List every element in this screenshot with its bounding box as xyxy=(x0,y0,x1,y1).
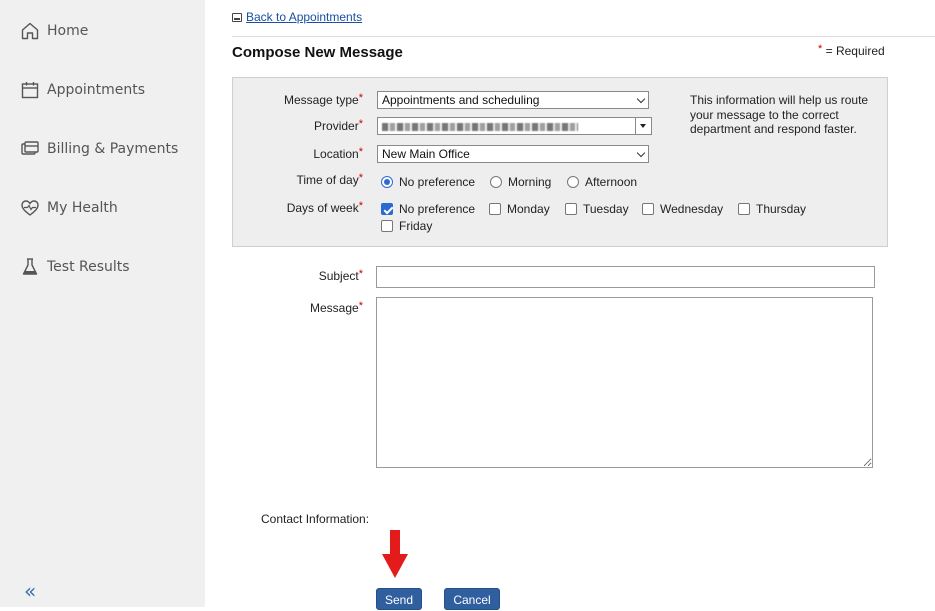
sidebar: Home Appointments Billing & Payments My … xyxy=(0,0,205,607)
sidebar-item-label: Home xyxy=(47,23,89,39)
calendar-icon xyxy=(20,80,40,100)
days-of-week-label: Days of week* xyxy=(286,200,363,215)
sidebar-item-test-results[interactable]: Test Results xyxy=(20,254,130,280)
heart-icon xyxy=(20,198,40,218)
chevron-down-icon xyxy=(636,148,646,158)
subject-label: Subject* xyxy=(318,268,363,283)
flask-icon xyxy=(20,257,40,277)
day-thursday-checkbox[interactable]: Thursday xyxy=(738,202,806,216)
sidebar-item-home[interactable]: Home xyxy=(20,18,88,44)
chevron-down-icon xyxy=(636,94,646,104)
provider-value-obscured xyxy=(382,123,578,131)
message-type-label: Message type* xyxy=(284,92,363,107)
time-no-preference-radio[interactable]: No preference xyxy=(381,175,475,189)
page-title: Compose New Message xyxy=(232,44,403,61)
sidebar-item-appointments[interactable]: Appointments xyxy=(20,77,145,103)
day-no-preference-checkbox[interactable]: No preference xyxy=(381,202,475,216)
message-type-select[interactable]: Appointments and scheduling xyxy=(377,91,649,109)
red-arrow-annotation-icon xyxy=(382,530,408,578)
location-label: Location* xyxy=(313,146,363,161)
dropdown-arrow-icon xyxy=(640,124,646,128)
divider xyxy=(232,36,935,37)
time-of-day-label: Time of day* xyxy=(296,172,363,187)
day-wednesday-checkbox[interactable]: Wednesday xyxy=(642,202,723,216)
time-afternoon-radio[interactable]: Afternoon xyxy=(567,175,637,189)
message-label: Message* xyxy=(310,300,363,315)
back-link-row: Back to Appointments xyxy=(232,10,362,24)
subject-input[interactable] xyxy=(376,266,875,288)
day-monday-checkbox[interactable]: Monday xyxy=(489,202,550,216)
provider-label: Provider* xyxy=(314,118,363,133)
back-to-appointments-link[interactable]: Back to Appointments xyxy=(246,10,362,24)
message-textarea[interactable] xyxy=(376,297,873,468)
sidebar-item-label: Appointments xyxy=(47,82,146,98)
required-legend: * = Required xyxy=(818,43,885,58)
routing-info-text: This information will help us route your… xyxy=(690,93,869,136)
sidebar-item-label: Billing & Payments xyxy=(47,141,179,157)
time-morning-radio[interactable]: Morning xyxy=(490,175,551,189)
sidebar-item-billing[interactable]: Billing & Payments xyxy=(20,136,178,162)
inbox-icon xyxy=(232,12,242,22)
sidebar-item-label: My Health xyxy=(47,200,118,216)
location-select[interactable]: New Main Office xyxy=(377,145,649,163)
routing-panel: Message type* Appointments and schedulin… xyxy=(232,77,888,247)
sidebar-item-label: Test Results xyxy=(47,259,130,275)
day-tuesday-checkbox[interactable]: Tuesday xyxy=(565,202,629,216)
home-icon xyxy=(20,21,40,41)
contact-information-label: Contact Information: xyxy=(261,512,370,526)
billing-icon xyxy=(20,139,40,159)
provider-select[interactable] xyxy=(377,117,652,135)
day-friday-checkbox[interactable]: Friday xyxy=(381,219,432,233)
sidebar-item-my-health[interactable]: My Health xyxy=(20,195,118,221)
collapse-sidebar-button[interactable]: « xyxy=(24,579,36,603)
